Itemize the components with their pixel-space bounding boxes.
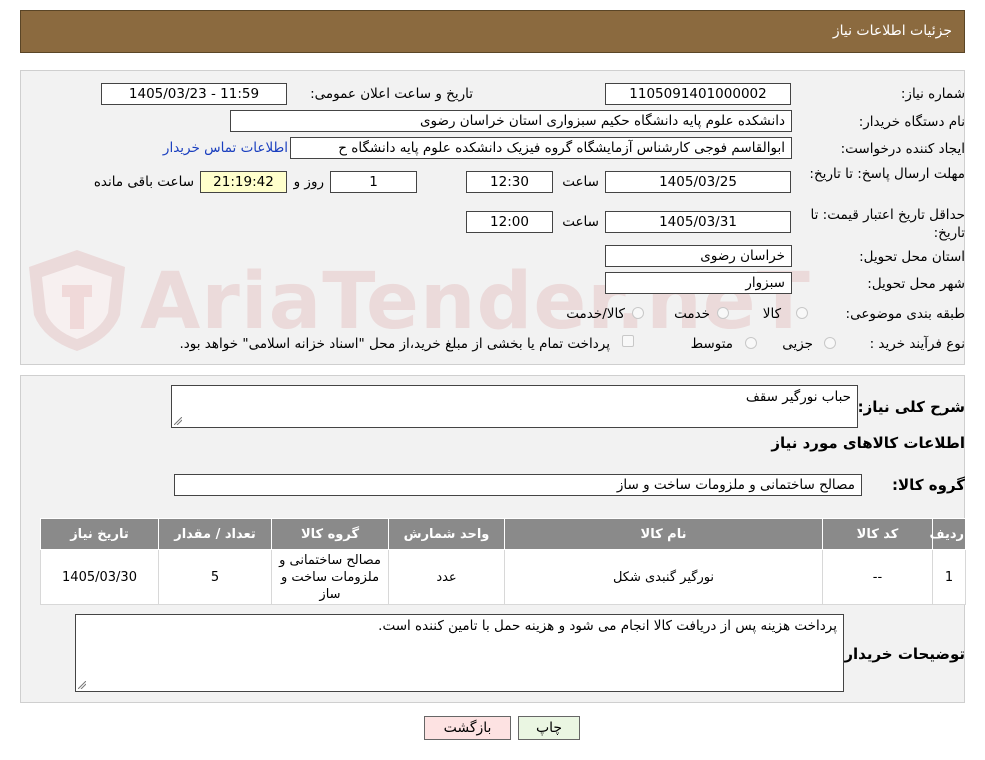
- watermark-text: AriaTender.neT: [140, 257, 811, 347]
- delivery-province-field: خراسان رضوی: [605, 245, 792, 267]
- buyer-notes-text: پرداخت هزینه پس از دریافت کالا انجام می …: [378, 618, 837, 634]
- process-minor-label: جزیی: [782, 336, 813, 352]
- category-goods-service-radio[interactable]: [632, 307, 644, 319]
- items-table-header-row: ردیف کد کالا نام کالا واحد شمارش گروه کا…: [40, 518, 966, 550]
- treasury-payment-checkbox[interactable]: [622, 335, 634, 347]
- category-goods-service-label: کالا/خدمت: [566, 306, 625, 322]
- subject-category-label: طبقه بندی موضوعی:: [845, 306, 965, 322]
- category-service-label: خدمت: [674, 306, 710, 322]
- buyer-notes-field: پرداخت هزینه پس از دریافت کالا انجام می …: [75, 614, 844, 692]
- page-title: جزئیات اطلاعات نیاز: [832, 23, 952, 39]
- remaining-time-field: 21:19:42: [200, 171, 287, 193]
- column-header-item-group: گروه کالا: [271, 518, 389, 550]
- process-medium-label: متوسط: [690, 336, 733, 352]
- announce-datetime-field: 1405/03/23 - 11:59: [101, 83, 287, 105]
- items-table: ردیف کد کالا نام کالا واحد شمارش گروه کا…: [40, 518, 966, 605]
- column-header-need-date: تاریخ نیاز: [40, 518, 159, 550]
- cell-item-name: نورگیر گنبدی شکل: [504, 549, 823, 605]
- goods-group-field: مصالح ساختمانی و ملزومات ساخت و ساز: [174, 474, 862, 496]
- column-header-item-code: کد کالا: [822, 518, 933, 550]
- deadline-time-field: 12:30: [466, 171, 553, 193]
- category-goods-radio[interactable]: [796, 307, 808, 319]
- cell-need-date: 1405/03/30: [40, 549, 159, 605]
- deadline-date-field: 1405/03/25: [605, 171, 791, 193]
- requester-field: ابوالقاسم فوجی کارشناس آزمایشگاه گروه فی…: [290, 137, 792, 159]
- buyer-contact-link[interactable]: اطلاعات تماس خریدار: [163, 140, 288, 156]
- table-row: 1 -- نورگیر گنبدی شکل عدد مصالح ساختمانی…: [40, 549, 966, 605]
- delivery-city-field: سبزوار: [605, 272, 792, 294]
- required-items-title: اطلاعات کالاهای مورد نیاز: [771, 434, 965, 452]
- category-service-radio[interactable]: [717, 307, 729, 319]
- purchase-process-label: نوع فرآیند خرید :: [869, 336, 965, 352]
- validity-time-label: ساعت: [562, 214, 599, 230]
- need-number-label: شماره نیاز:: [900, 86, 965, 102]
- goods-group-label: گروه کالا:: [892, 476, 965, 494]
- cell-row-number: 1: [932, 549, 966, 605]
- general-description-field: حباب نورگیر سقف: [171, 385, 858, 428]
- treasury-payment-note: پرداخت تمام یا بخشی از مبلغ خرید،از محل …: [179, 336, 610, 352]
- deadline-time-label: ساعت: [562, 174, 599, 190]
- resize-grip-icon[interactable]: [174, 417, 182, 425]
- general-description-text: حباب نورگیر سقف: [745, 389, 851, 405]
- cell-item-group: مصالح ساختمانی و ملزومات ساخت و ساز: [271, 549, 389, 605]
- shield-logo-icon: [29, 250, 125, 351]
- buyer-name-label: نام دستگاه خریدار:: [858, 114, 965, 130]
- response-deadline-label: مهلت ارسال پاسخ: تا تاریخ:: [809, 166, 965, 182]
- back-button[interactable]: بازگشت: [424, 716, 511, 740]
- cell-item-code: --: [822, 549, 933, 605]
- buyer-name-field: دانشکده علوم پایه دانشگاه حکیم سبزواری ا…: [230, 110, 792, 132]
- process-medium-radio[interactable]: [745, 337, 757, 349]
- page-header: جزئیات اطلاعات نیاز: [20, 10, 965, 53]
- need-number-field: 1105091401000002: [605, 83, 791, 105]
- price-validity-label: حداقل تاریخ اعتبار قیمت: تا تاریخ:: [810, 207, 965, 241]
- remaining-time-label: ساعت باقی مانده: [93, 174, 194, 190]
- requester-label: ایجاد کننده درخواست:: [840, 141, 965, 157]
- column-header-item-name: نام کالا: [504, 518, 823, 550]
- general-description-label: شرح کلی نیاز:: [857, 398, 965, 416]
- resize-grip-icon[interactable]: [78, 681, 86, 689]
- validity-time-field: 12:00: [466, 211, 553, 233]
- validity-date-field: 1405/03/31: [605, 211, 791, 233]
- process-minor-radio[interactable]: [824, 337, 836, 349]
- items-table-wrapper: ردیف کد کالا نام کالا واحد شمارش گروه کا…: [40, 518, 966, 605]
- days-field: 1: [330, 171, 417, 193]
- buyer-notes-label: توضیحات خریدار:: [838, 645, 965, 663]
- column-header-unit: واحد شمارش: [388, 518, 505, 550]
- days-label: روز و: [293, 174, 324, 190]
- cell-quantity: 5: [158, 549, 272, 605]
- column-header-quantity: تعداد / مقدار: [158, 518, 272, 550]
- column-header-row-number: ردیف: [929, 518, 966, 550]
- cell-unit: عدد: [388, 549, 505, 605]
- delivery-city-label: شهر محل تحویل:: [867, 276, 965, 292]
- announce-datetime-label: تاریخ و ساعت اعلان عمومی:: [310, 86, 473, 102]
- print-button[interactable]: چاپ: [518, 716, 580, 740]
- category-goods-label: کالا: [762, 306, 781, 322]
- delivery-province-label: استان محل تحویل:: [859, 249, 965, 265]
